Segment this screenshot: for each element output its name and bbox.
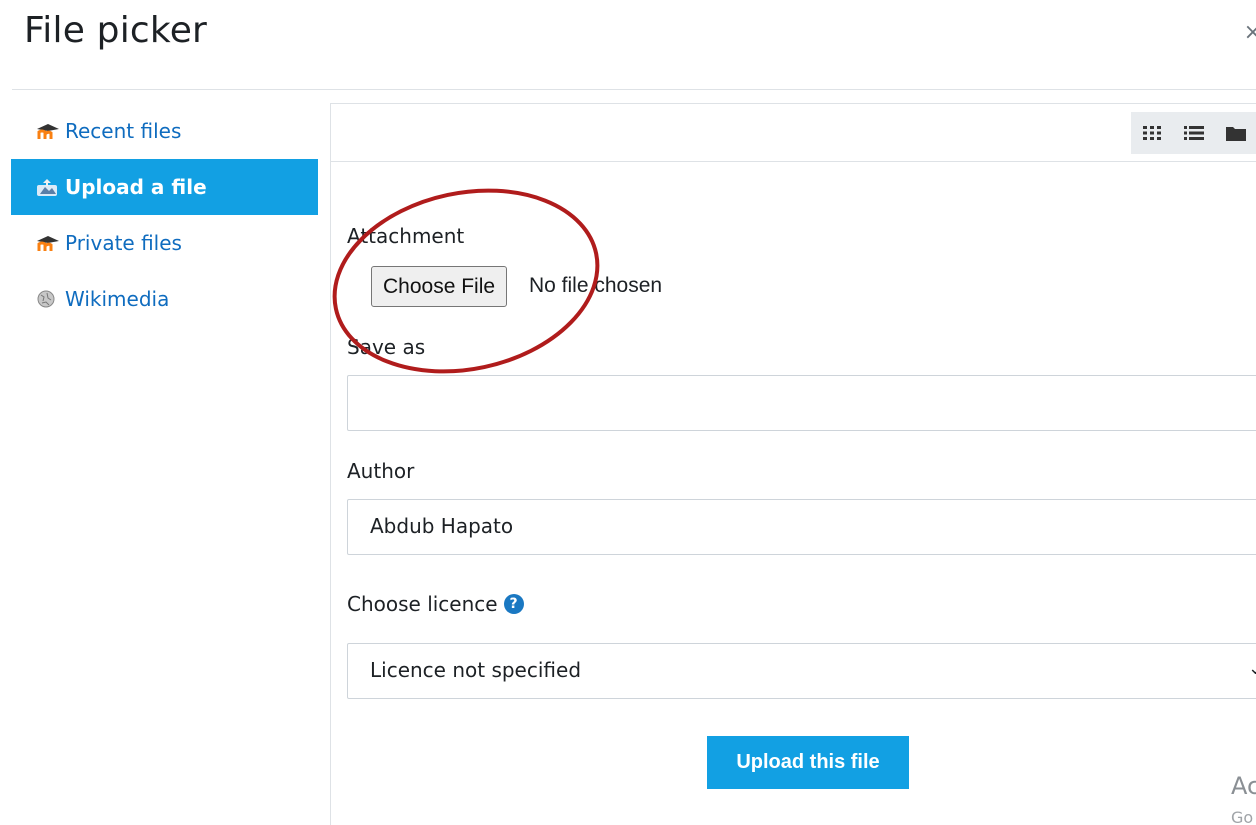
sidebar-item-recent-files[interactable]: Recent files — [11, 103, 318, 159]
help-icon[interactable]: ? — [503, 593, 524, 614]
licence-selected-value: Licence not specified — [370, 658, 582, 682]
licence-select[interactable]: Licence not specified ⌄ — [347, 643, 1256, 699]
sidebar-item-private-files[interactable]: Private files — [11, 215, 318, 271]
view-toolbar — [331, 104, 1256, 162]
chevron-down-icon: ⌄ — [1248, 658, 1256, 679]
save-as-label: Save as — [347, 335, 426, 359]
upload-panel: Attachment Choose File No file chosen Sa… — [330, 103, 1256, 825]
sidebar-item-label: Recent files — [65, 119, 182, 143]
close-button[interactable]: × — [1244, 20, 1256, 45]
attachment-label: Attachment — [347, 224, 465, 248]
upload-icon — [35, 177, 61, 197]
sidebar-item-label: Wikimedia — [65, 287, 170, 311]
page-title: File picker — [24, 10, 208, 51]
licence-label-row: Choose licence? — [347, 592, 524, 616]
watermark-line1: Ac — [1231, 772, 1256, 800]
list-view-icon[interactable] — [1173, 112, 1215, 154]
sidebar-item-upload-a-file[interactable]: Upload a file — [11, 159, 318, 215]
upload-this-file-button[interactable]: Upload this file — [707, 736, 909, 789]
grid-view-icon[interactable] — [1131, 112, 1173, 154]
sidebar-item-label: Private files — [65, 231, 182, 255]
no-file-status: No file chosen — [529, 274, 663, 297]
licence-label: Choose licence — [347, 592, 498, 616]
sidebar-item-wikimedia[interactable]: Wikimedia — [11, 271, 318, 327]
folder-view-icon[interactable] — [1215, 112, 1256, 154]
sidebar-item-label: Upload a file — [65, 175, 207, 199]
repository-sidebar: Recent files Upload a file Private files… — [11, 103, 318, 327]
save-as-input[interactable] — [347, 375, 1256, 431]
author-value: Abdub Hapato — [370, 514, 514, 538]
watermark-line2: Go — [1231, 808, 1254, 825]
moodle-icon — [35, 121, 61, 141]
wikimedia-icon — [35, 289, 61, 309]
header-divider — [12, 89, 1256, 90]
author-label: Author — [347, 459, 415, 483]
moodle-icon — [35, 233, 61, 253]
choose-file-button[interactable]: Choose File — [371, 266, 508, 307]
view-switcher — [1131, 112, 1256, 154]
author-input[interactable]: Abdub Hapato — [347, 499, 1256, 555]
